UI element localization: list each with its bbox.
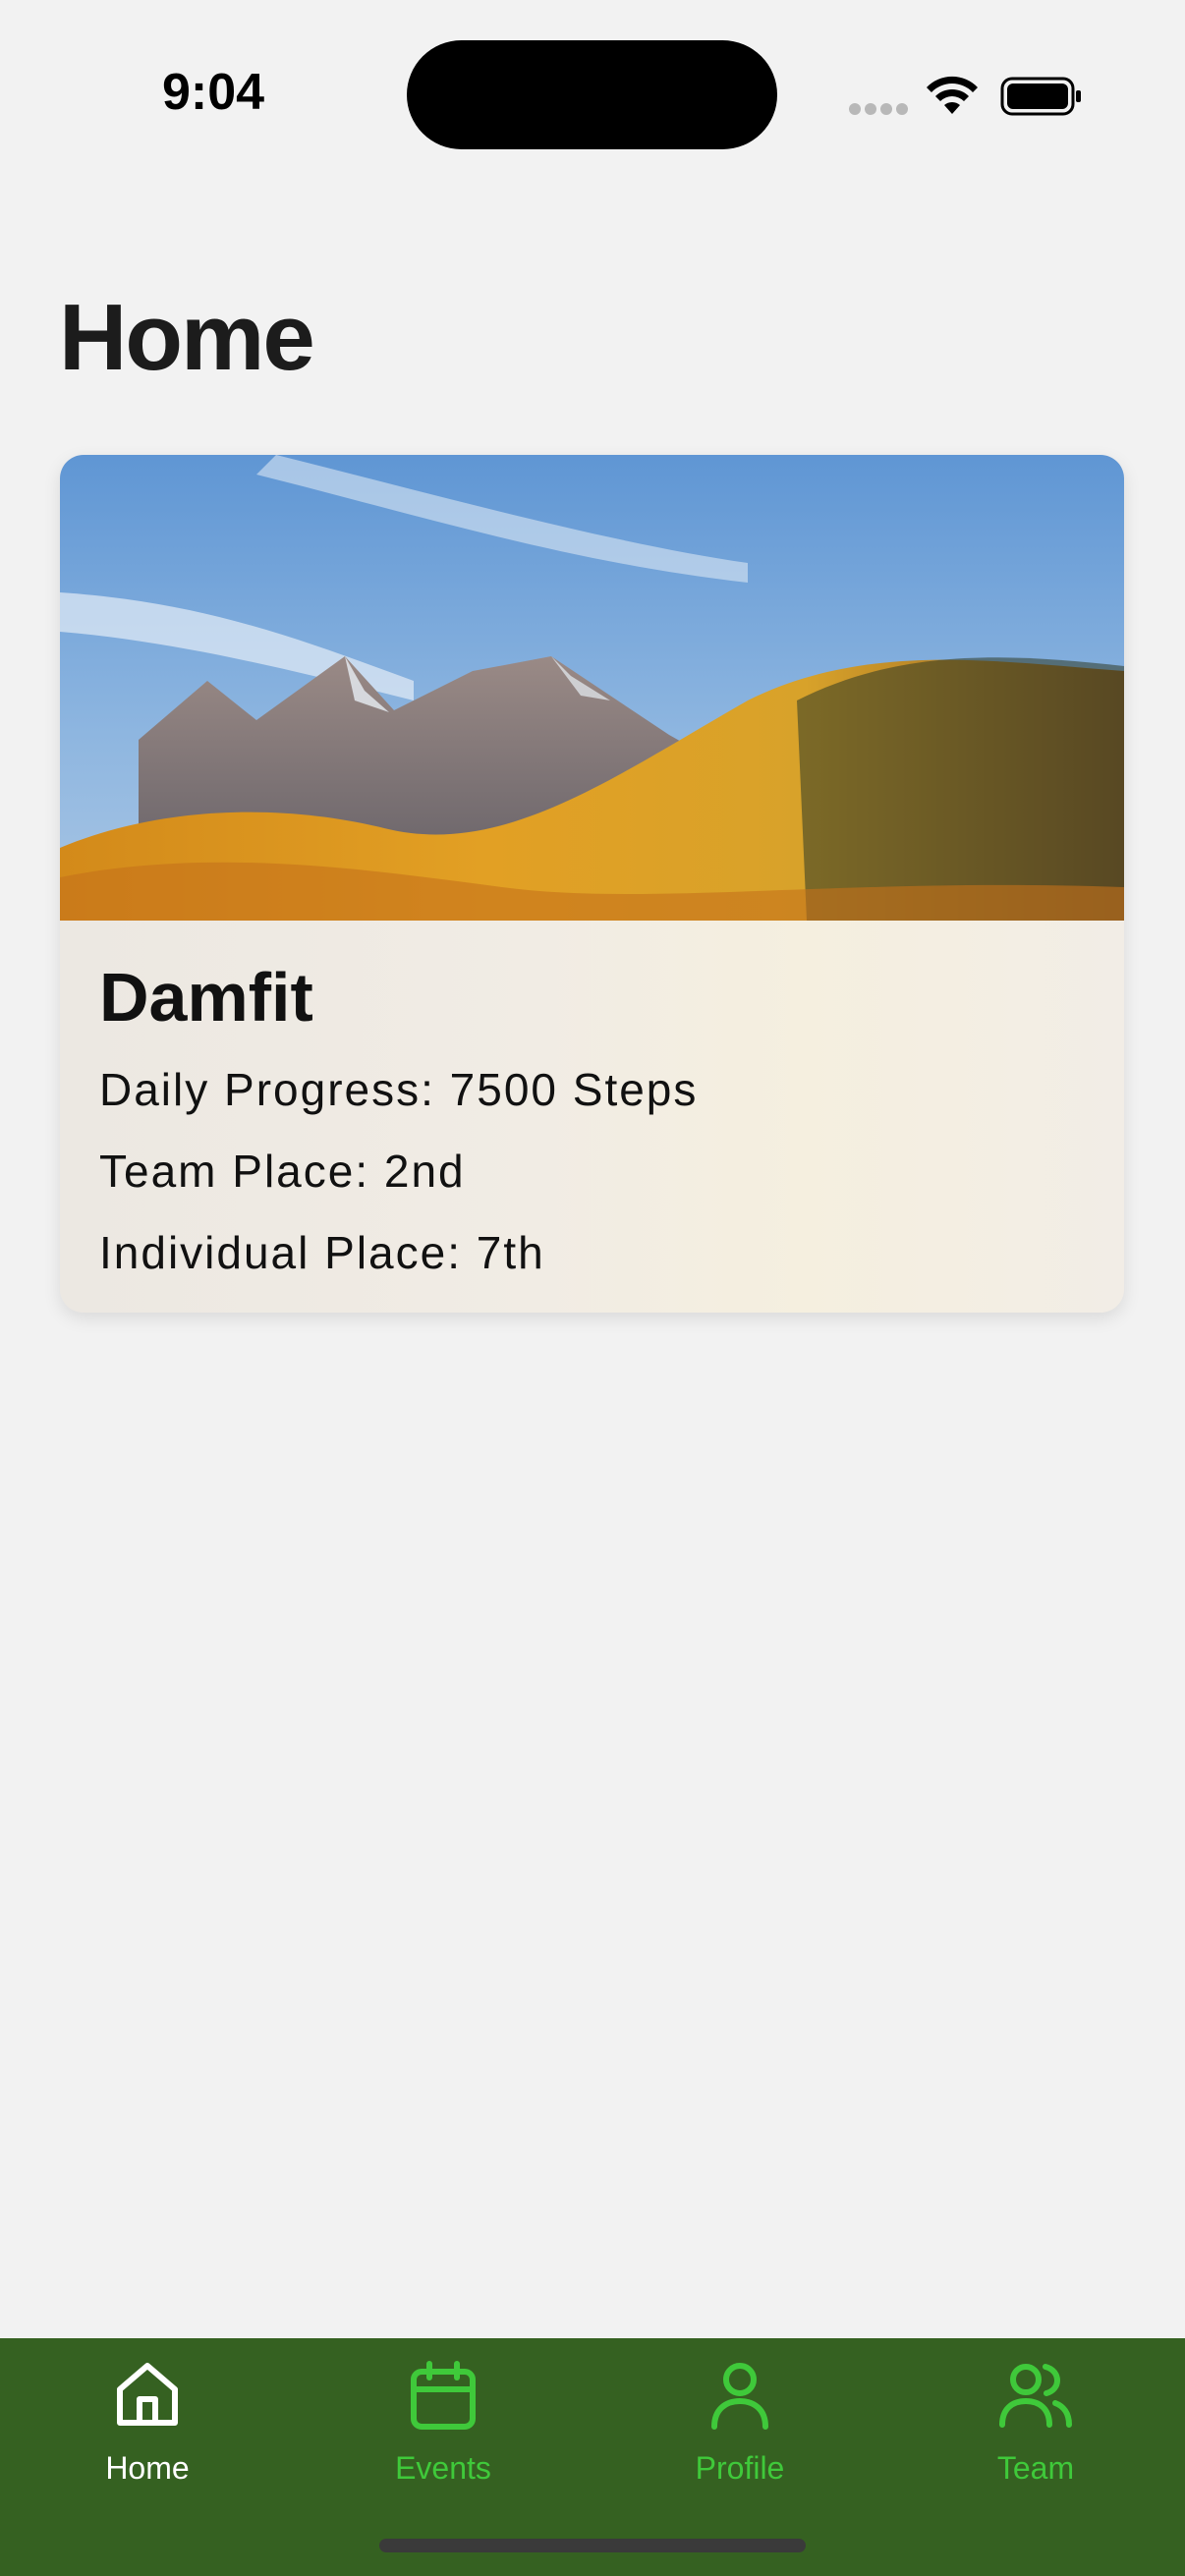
tab-profile[interactable]: Profile [622,2358,858,2505]
home-icon [117,2363,178,2426]
cellular-signal-icon [849,102,912,120]
calendar-icon [411,2361,476,2430]
tab-team[interactable]: Team [918,2358,1154,2505]
tab-events-label: Events [395,2450,491,2486]
card-title: Damfit [99,959,313,1036]
tab-events[interactable]: Events [325,2358,561,2505]
status-time: 9:04 [162,64,265,121]
dynamic-island [407,40,777,149]
tab-profile-label: Profile [695,2450,785,2486]
home-indicator[interactable] [379,2539,806,2552]
people-icon [999,2364,1072,2428]
wifi-icon [927,76,978,114]
page-title: Home [59,285,315,390]
person-icon [711,2363,768,2430]
tab-team-label: Team [996,2450,1075,2486]
status-bar: 9:04 [0,0,1185,187]
event-card[interactable]: Damfit Daily Progress: 7500 Steps Team P… [60,455,1124,1313]
battery-icon [1000,77,1081,116]
team-place-text: Team Place: 2nd [99,1146,466,1197]
daily-progress-text: Daily Progress: 7500 Steps [99,1064,699,1115]
tab-home[interactable]: Home [29,2358,265,2505]
tab-home-label: Home [105,2450,190,2486]
individual-place-text: Individual Place: 7th [99,1227,545,1278]
mountain-landscape-image [60,455,1124,921]
